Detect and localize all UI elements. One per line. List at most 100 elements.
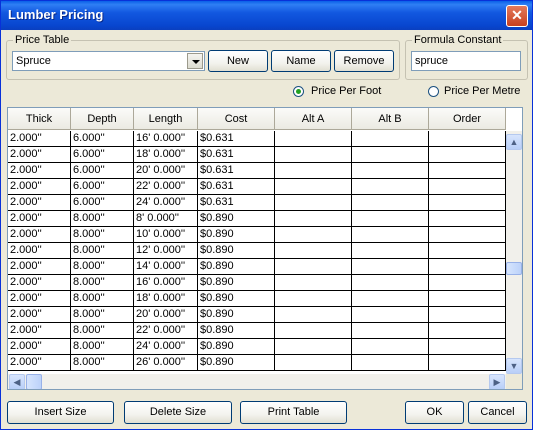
cell-length[interactable]: 18' 0.000'' — [134, 147, 198, 163]
cell-length[interactable]: 14' 0.000'' — [134, 259, 198, 275]
cell-order[interactable] — [429, 323, 506, 339]
cell-cost[interactable]: $0.890 — [198, 275, 275, 291]
cell-depth[interactable]: 8.000'' — [71, 243, 134, 259]
cell-alt-a[interactable] — [275, 211, 352, 227]
horizontal-scroll-thumb[interactable] — [26, 374, 42, 389]
cell-thick[interactable]: 2.000'' — [8, 227, 71, 243]
cell-depth[interactable]: 8.000'' — [71, 259, 134, 275]
cell-alt-a[interactable] — [275, 163, 352, 179]
cell-length[interactable]: 16' 0.000'' — [134, 131, 198, 147]
cell-alt-a[interactable] — [275, 339, 352, 355]
column-header-depth[interactable]: Depth — [71, 108, 134, 130]
cell-length[interactable]: 24' 0.000'' — [134, 195, 198, 211]
title-bar[interactable]: Lumber Pricing ✕ — [1, 1, 532, 30]
cell-depth[interactable]: 8.000'' — [71, 211, 134, 227]
cell-order[interactable] — [429, 307, 506, 323]
remove-button[interactable]: Remove — [334, 50, 394, 72]
scroll-up-icon[interactable]: ▲ — [506, 134, 522, 150]
cell-order[interactable] — [429, 227, 506, 243]
cell-thick[interactable]: 2.000'' — [8, 131, 71, 147]
cell-cost[interactable]: $0.890 — [198, 243, 275, 259]
cell-order[interactable] — [429, 355, 506, 371]
cell-alt-b[interactable] — [352, 163, 429, 179]
cell-cost[interactable]: $0.631 — [198, 195, 275, 211]
cell-alt-b[interactable] — [352, 291, 429, 307]
cell-order[interactable] — [429, 147, 506, 163]
cell-length[interactable]: 26' 0.000'' — [134, 355, 198, 371]
cell-cost[interactable]: $0.631 — [198, 179, 275, 195]
cell-thick[interactable]: 2.000'' — [8, 147, 71, 163]
cell-alt-b[interactable] — [352, 323, 429, 339]
cell-alt-a[interactable] — [275, 307, 352, 323]
cell-alt-a[interactable] — [275, 291, 352, 307]
cell-thick[interactable]: 2.000'' — [8, 211, 71, 227]
cell-depth[interactable]: 8.000'' — [71, 307, 134, 323]
cell-alt-b[interactable] — [352, 339, 429, 355]
cell-depth[interactable]: 6.000'' — [71, 195, 134, 211]
cell-thick[interactable]: 2.000'' — [8, 243, 71, 259]
cell-alt-a[interactable] — [275, 195, 352, 211]
cell-depth[interactable]: 8.000'' — [71, 323, 134, 339]
cell-length[interactable]: 12' 0.000'' — [134, 243, 198, 259]
cell-depth[interactable]: 8.000'' — [71, 227, 134, 243]
cell-alt-a[interactable] — [275, 355, 352, 371]
chevron-down-icon[interactable] — [187, 53, 203, 69]
cell-alt-b[interactable] — [352, 243, 429, 259]
cell-alt-a[interactable] — [275, 179, 352, 195]
price-per-metre-label[interactable]: Price Per Metre — [444, 85, 520, 97]
cell-cost[interactable]: $0.890 — [198, 339, 275, 355]
cell-alt-b[interactable] — [352, 275, 429, 291]
cell-alt-a[interactable] — [275, 259, 352, 275]
cell-thick[interactable]: 2.000'' — [8, 179, 71, 195]
cell-alt-b[interactable] — [352, 195, 429, 211]
cell-order[interactable] — [429, 275, 506, 291]
cell-depth[interactable]: 6.000'' — [71, 163, 134, 179]
cell-cost[interactable]: $0.631 — [198, 131, 275, 147]
cell-length[interactable]: 20' 0.000'' — [134, 163, 198, 179]
cell-alt-a[interactable] — [275, 323, 352, 339]
cell-length[interactable]: 24' 0.000'' — [134, 339, 198, 355]
column-header-length[interactable]: Length — [134, 108, 198, 130]
new-button[interactable]: New — [208, 50, 268, 72]
cell-thick[interactable]: 2.000'' — [8, 323, 71, 339]
cell-cost[interactable]: $0.890 — [198, 211, 275, 227]
cell-order[interactable] — [429, 259, 506, 275]
cell-alt-b[interactable] — [352, 179, 429, 195]
price-per-foot-label[interactable]: Price Per Foot — [311, 85, 381, 97]
cell-cost[interactable]: $0.631 — [198, 147, 275, 163]
insert-size-button[interactable]: Insert Size — [7, 401, 114, 424]
cell-cost[interactable]: $0.890 — [198, 307, 275, 323]
cell-order[interactable] — [429, 243, 506, 259]
price-per-foot-radio[interactable] — [293, 86, 304, 97]
cell-alt-a[interactable] — [275, 243, 352, 259]
cell-length[interactable]: 22' 0.000'' — [134, 179, 198, 195]
price-per-metre-radio[interactable] — [428, 86, 439, 97]
cell-thick[interactable]: 2.000'' — [8, 275, 71, 291]
cell-thick[interactable]: 2.000'' — [8, 291, 71, 307]
cell-length[interactable]: 10' 0.000'' — [134, 227, 198, 243]
cell-order[interactable] — [429, 195, 506, 211]
cell-alt-b[interactable] — [352, 307, 429, 323]
delete-size-button[interactable]: Delete Size — [124, 401, 232, 424]
column-header-alt-b[interactable]: Alt B — [352, 108, 429, 130]
cell-depth[interactable]: 8.000'' — [71, 339, 134, 355]
formula-constant-input[interactable]: spruce — [411, 51, 521, 71]
cell-length[interactable]: 18' 0.000'' — [134, 291, 198, 307]
cell-alt-a[interactable] — [275, 147, 352, 163]
cell-alt-b[interactable] — [352, 211, 429, 227]
cell-cost[interactable]: $0.890 — [198, 291, 275, 307]
cell-cost[interactable]: $0.631 — [198, 163, 275, 179]
column-header-cost[interactable]: Cost — [198, 108, 275, 130]
cell-cost[interactable]: $0.890 — [198, 323, 275, 339]
ok-button[interactable]: OK — [405, 401, 464, 424]
name-button[interactable]: Name — [271, 50, 331, 72]
cell-depth[interactable]: 6.000'' — [71, 131, 134, 147]
cell-alt-b[interactable] — [352, 131, 429, 147]
lumber-price-grid[interactable]: Thick Depth Length Cost Alt A Alt B Order 2.00… — [7, 107, 523, 390]
cell-depth[interactable]: 8.000'' — [71, 355, 134, 371]
cell-alt-a[interactable] — [275, 227, 352, 243]
cell-order[interactable] — [429, 211, 506, 227]
cell-thick[interactable]: 2.000'' — [8, 307, 71, 323]
cell-order[interactable] — [429, 179, 506, 195]
cell-cost[interactable]: $0.890 — [198, 259, 275, 275]
